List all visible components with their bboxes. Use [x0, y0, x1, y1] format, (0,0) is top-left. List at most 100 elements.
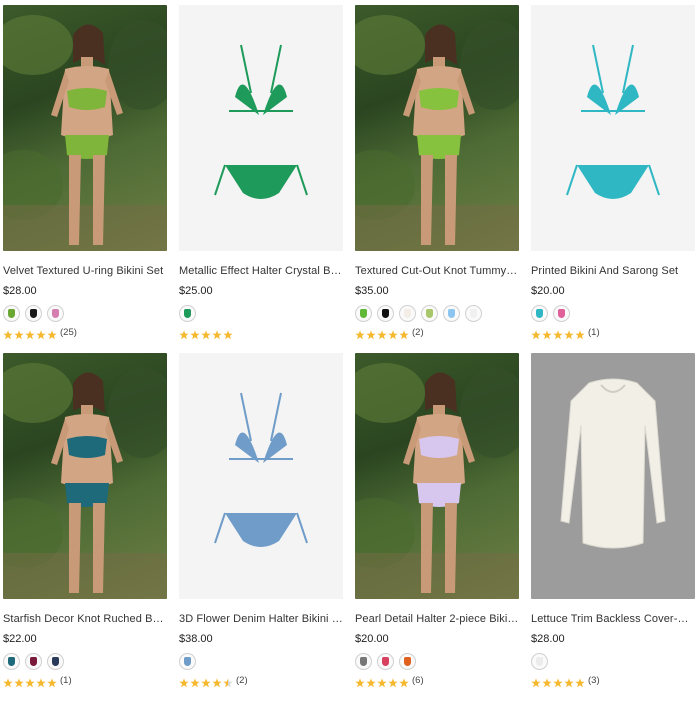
product-image[interactable] [179, 353, 343, 599]
color-swatch[interactable] [399, 653, 416, 670]
color-swatch[interactable] [47, 653, 64, 670]
star-icon [388, 675, 398, 688]
rating: (2) [355, 326, 519, 340]
color-swatch[interactable] [355, 305, 372, 322]
product-price: $35.00 [355, 285, 389, 297]
product-card[interactable]: Lettuce Trim Backless Cover-Up Dress $28.… [531, 353, 695, 701]
color-swatches [531, 305, 695, 322]
product-card[interactable]: 3D Flower Denim Halter Bikini Set $38.00 … [179, 353, 343, 701]
review-count[interactable]: (25) [60, 327, 77, 338]
rating: (1) [531, 326, 695, 340]
star-icon [355, 675, 365, 688]
product-card[interactable]: Printed Bikini And Sarong Set $20.00 (1) [531, 5, 695, 353]
color-swatch[interactable] [553, 305, 570, 322]
product-title[interactable]: Velvet Textured U-ring Bikini Set [3, 264, 167, 278]
star-icon [531, 327, 541, 340]
star-icon [190, 327, 200, 340]
star-icon [377, 327, 387, 340]
product-image[interactable] [531, 5, 695, 251]
star-icon [542, 327, 552, 340]
star-icon [388, 327, 398, 340]
product-image[interactable] [355, 5, 519, 251]
product-title[interactable]: Textured Cut-Out Knot Tummy Control Swim… [355, 264, 519, 278]
product-image[interactable] [3, 5, 167, 251]
product-title[interactable]: Starfish Decor Knot Ruched Bandeau Bikin… [3, 612, 167, 626]
star-icon [575, 327, 585, 340]
color-swatch[interactable] [531, 653, 548, 670]
color-swatch[interactable] [179, 305, 196, 322]
product-image[interactable] [179, 5, 343, 251]
star-icon [201, 675, 211, 688]
product-card[interactable]: Starfish Decor Knot Ruched Bandeau Bikin… [3, 353, 167, 701]
color-swatch[interactable] [377, 653, 394, 670]
product-card[interactable]: Textured Cut-Out Knot Tummy Control Swim… [355, 5, 519, 353]
product-title[interactable]: 3D Flower Denim Halter Bikini Set [179, 612, 343, 626]
product-price: $38.00 [179, 633, 213, 645]
product-title[interactable]: Lettuce Trim Backless Cover-Up Dress [531, 612, 695, 626]
color-swatch[interactable] [25, 653, 42, 670]
color-swatch[interactable] [465, 305, 482, 322]
review-count[interactable]: (6) [412, 675, 424, 686]
star-icon [366, 327, 376, 340]
star-icon [25, 675, 35, 688]
color-swatch[interactable] [25, 305, 42, 322]
review-count[interactable]: (1) [588, 327, 600, 338]
product-price: $20.00 [531, 285, 565, 297]
color-swatch[interactable] [377, 305, 394, 322]
star-icon [47, 675, 57, 688]
product-price: $20.00 [355, 633, 389, 645]
product-card[interactable]: Velvet Textured U-ring Bikini Set $28.00 … [3, 5, 167, 353]
star-icon [212, 327, 222, 340]
product-price: $28.00 [531, 633, 565, 645]
color-swatch[interactable] [3, 305, 20, 322]
star-icon [377, 675, 387, 688]
star-icon [212, 675, 222, 688]
star-icon [14, 675, 24, 688]
product-grid: Velvet Textured U-ring Bikini Set $28.00 … [3, 5, 695, 701]
review-count[interactable]: (3) [588, 675, 600, 686]
rating: (1) [3, 674, 167, 688]
product-image[interactable] [3, 353, 167, 599]
color-swatch[interactable] [355, 653, 372, 670]
review-count[interactable]: (2) [412, 327, 424, 338]
star-icon [36, 675, 46, 688]
product-card[interactable]: Metallic Effect Halter Crystal Bikini Se… [179, 5, 343, 353]
product-card[interactable]: Pearl Detail Halter 2-piece Bikini Set $2… [355, 353, 519, 701]
color-swatches [179, 305, 343, 322]
color-swatches [531, 653, 695, 670]
product-price: $25.00 [179, 285, 213, 297]
product-title[interactable]: Metallic Effect Halter Crystal Bikini Se… [179, 264, 343, 278]
product-title[interactable]: Printed Bikini And Sarong Set [531, 264, 695, 278]
color-swatch[interactable] [531, 305, 548, 322]
star-icon [575, 675, 585, 688]
star-icon [3, 675, 13, 688]
color-swatch[interactable] [179, 653, 196, 670]
star-icon [190, 675, 200, 688]
star-icon [223, 675, 233, 688]
product-price: $28.00 [3, 285, 37, 297]
color-swatches [179, 653, 343, 670]
color-swatch[interactable] [3, 653, 20, 670]
star-icon [25, 327, 35, 340]
star-icon [3, 327, 13, 340]
color-swatches [355, 305, 519, 322]
color-swatch[interactable] [47, 305, 64, 322]
product-image[interactable] [355, 353, 519, 599]
rating: (3) [531, 674, 695, 688]
star-icon [399, 327, 409, 340]
color-swatch[interactable] [399, 305, 416, 322]
color-swatches [3, 653, 167, 670]
rating: (6) [355, 674, 519, 688]
product-title[interactable]: Pearl Detail Halter 2-piece Bikini Set [355, 612, 519, 626]
star-icon [47, 327, 57, 340]
product-image[interactable] [531, 353, 695, 599]
star-icon [36, 327, 46, 340]
review-count[interactable]: (2) [236, 675, 248, 686]
color-swatch[interactable] [443, 305, 460, 322]
color-swatch[interactable] [421, 305, 438, 322]
color-swatches [3, 305, 167, 322]
review-count[interactable]: (1) [60, 675, 72, 686]
star-icon [553, 675, 563, 688]
star-icon [223, 327, 233, 340]
star-icon [355, 327, 365, 340]
